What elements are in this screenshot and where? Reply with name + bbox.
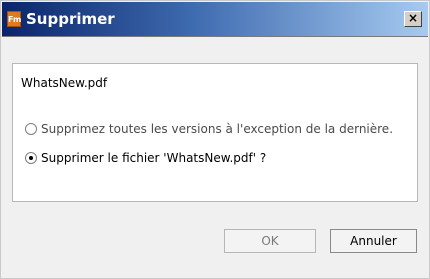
cancel-button[interactable]: Annuler [330, 229, 417, 253]
file-name-label: WhatsNew.pdf [21, 76, 108, 90]
app-icon: Fm [7, 11, 21, 27]
option-label-delete-file: Supprimer le fichier 'WhatsNew.pdf' ? [41, 151, 267, 165]
content-panel: WhatsNew.pdf Supprimez toutes les versio… [12, 63, 418, 202]
radio-delete-all-but-latest[interactable] [25, 123, 37, 135]
ok-button[interactable]: OK [224, 229, 316, 253]
option-delete-file[interactable]: Supprimer le fichier 'WhatsNew.pdf' ? [25, 150, 266, 166]
dialog-title: Supprimer [26, 10, 115, 28]
title-bar[interactable]: Fm Supprimer × [2, 2, 428, 37]
option-delete-all-but-latest[interactable]: Supprimez toutes les versions à l'except… [25, 121, 393, 137]
close-icon[interactable]: × [404, 11, 422, 27]
radio-delete-file[interactable] [25, 152, 37, 164]
option-label-delete-all-but-latest: Supprimez toutes les versions à l'except… [41, 122, 394, 136]
delete-dialog: Fm Supprimer × WhatsNew.pdf Supprimez to… [0, 0, 430, 279]
